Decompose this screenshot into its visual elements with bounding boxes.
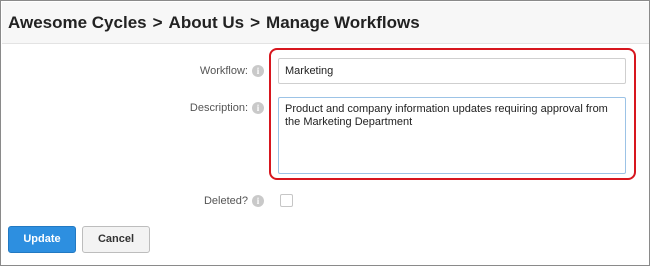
breadcrumb-separator: > xyxy=(152,13,163,32)
breadcrumb-site[interactable]: Awesome Cycles xyxy=(8,13,147,32)
breadcrumb-separator: > xyxy=(250,13,261,32)
description-label: Description: xyxy=(189,102,248,114)
deleted-info-icon[interactable]: i xyxy=(252,195,264,207)
deleted-label: Deleted? xyxy=(203,195,248,207)
description-textarea[interactable]: Product and company information updates … xyxy=(278,97,626,174)
breadcrumb-section[interactable]: About Us xyxy=(169,13,245,32)
breadcrumb-page: Manage Workflows xyxy=(266,13,420,32)
workflow-label: Workflow: xyxy=(199,65,248,77)
workflow-input[interactable] xyxy=(278,58,626,84)
workflow-info-icon[interactable]: i xyxy=(252,65,264,77)
page-frame: Awesome Cycles > About Us > Manage Workflows… xyxy=(0,0,650,266)
cancel-button[interactable]: Cancel xyxy=(82,226,150,253)
update-button[interactable]: Update xyxy=(8,226,76,253)
breadcrumb: Awesome Cycles > About Us > Manage Workflows xyxy=(8,13,420,33)
description-info-icon[interactable]: i xyxy=(252,102,264,114)
deleted-checkbox[interactable] xyxy=(280,194,293,207)
page-header: Awesome Cycles > About Us > Manage Workflows xyxy=(2,2,649,44)
